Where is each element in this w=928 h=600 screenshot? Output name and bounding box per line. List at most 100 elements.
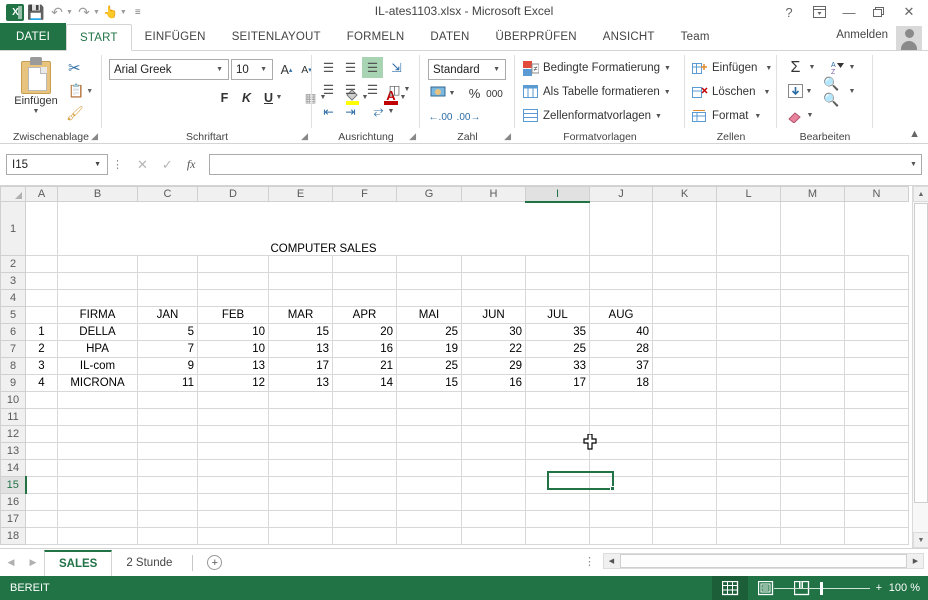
column-header-M[interactable]: M xyxy=(781,187,845,202)
paste-button[interactable]: Einfügen ▼ xyxy=(8,55,64,127)
scroll-down-icon[interactable]: ▼ xyxy=(913,532,928,548)
clipboard-dialog-launcher[interactable]: ◢ xyxy=(91,131,98,142)
cell-E8[interactable]: 17 xyxy=(269,358,333,375)
cell-I15-selected[interactable] xyxy=(526,477,590,494)
wrap-text-icon[interactable]: ⇲ xyxy=(386,57,407,78)
cell-B1-title[interactable]: COMPUTER SALES xyxy=(58,202,590,256)
row-header-7[interactable]: 7 xyxy=(1,341,26,358)
cell-F7[interactable]: 16 xyxy=(333,341,397,358)
zoom-in-icon[interactable]: + xyxy=(876,582,882,594)
row-header-2[interactable]: 2 xyxy=(1,256,26,273)
scroll-left-icon[interactable]: ◀ xyxy=(604,557,619,565)
cell-I7[interactable]: 25 xyxy=(526,341,590,358)
previous-sheet-icon[interactable]: ◀ xyxy=(0,557,22,568)
find-select-icon[interactable]: 🔍🔍 xyxy=(823,81,844,102)
ribbon-tab-start[interactable]: START xyxy=(66,24,132,51)
cell-G7[interactable]: 19 xyxy=(397,341,462,358)
enter-formula-icon[interactable]: ✓ xyxy=(162,157,173,173)
insert-cells-dropdown-icon[interactable]: ▼ xyxy=(765,65,772,72)
ribbon-tab-einfuegen[interactable]: EINFÜGEN xyxy=(132,23,219,50)
cell-J8[interactable]: 37 xyxy=(590,358,653,375)
ribbon-tab-ueberpruefen[interactable]: ÜBERPRÜFEN xyxy=(483,23,590,50)
align-middle-icon[interactable]: ☰ xyxy=(340,57,361,78)
row-header-16[interactable]: 16 xyxy=(1,494,26,511)
cancel-formula-icon[interactable]: ✕ xyxy=(137,157,148,173)
cell-E6[interactable]: 15 xyxy=(269,324,333,341)
increase-font-size-icon[interactable]: A▴ xyxy=(276,59,297,80)
align-right-icon[interactable]: ☰ xyxy=(362,79,383,100)
cell-styles-button[interactable]: Zellenformatvorlagen ▼ xyxy=(523,105,662,127)
column-header-D[interactable]: D xyxy=(198,187,269,202)
add-sheet-button[interactable]: + xyxy=(207,555,222,570)
cell-E7[interactable]: 13 xyxy=(269,341,333,358)
alignment-dialog-launcher[interactable]: ◢ xyxy=(409,131,416,142)
row-header-6[interactable]: 6 xyxy=(1,324,26,341)
italic-icon[interactable]: K xyxy=(236,87,257,108)
avatar[interactable] xyxy=(896,26,922,50)
cell-B9[interactable]: MICRONA xyxy=(58,375,138,392)
row-header-10[interactable]: 10 xyxy=(1,392,26,409)
insert-cells-button[interactable]: Einfügen ▼ xyxy=(692,57,772,79)
cell-G6[interactable]: 25 xyxy=(397,324,462,341)
cell-C7[interactable]: 7 xyxy=(138,341,198,358)
cell-H8[interactable]: 29 xyxy=(462,358,526,375)
align-left-icon[interactable]: ☰ xyxy=(318,79,339,100)
row-header-5[interactable]: 5 xyxy=(1,307,26,324)
find-dropdown-icon[interactable]: ▼ xyxy=(847,81,857,102)
column-header-N[interactable]: N xyxy=(845,187,909,202)
increase-decimal-icon[interactable]: .00→ xyxy=(458,107,479,128)
fill-dropdown-icon[interactable]: ▼ xyxy=(804,81,814,102)
ribbon-tab-datei[interactable]: DATEI xyxy=(0,23,66,50)
paste-dropdown-icon[interactable]: ▼ xyxy=(33,108,40,115)
cell-I5-jul[interactable]: JUL xyxy=(526,307,590,324)
row-header-12[interactable]: 12 xyxy=(1,426,26,443)
cell-J7[interactable]: 28 xyxy=(590,341,653,358)
row-header-17[interactable]: 17 xyxy=(1,511,26,528)
cell-G8[interactable]: 25 xyxy=(397,358,462,375)
cell-G5-mai[interactable]: MAI xyxy=(397,307,462,324)
ribbon-tab-formeln[interactable]: FORMELN xyxy=(334,23,418,50)
currency-dropdown-icon[interactable]: ▼ xyxy=(447,83,457,104)
name-box-dropdown-icon[interactable]: ▼ xyxy=(94,161,107,168)
number-format-select[interactable]: Standard ▼ xyxy=(428,59,506,80)
scroll-up-icon[interactable]: ▲ xyxy=(913,186,928,202)
cell-J6[interactable]: 40 xyxy=(590,324,653,341)
cell-B8[interactable]: IL-com xyxy=(58,358,138,375)
cell-F6[interactable]: 20 xyxy=(333,324,397,341)
column-header-E[interactable]: E xyxy=(269,187,333,202)
sheet-tab-2-stunde[interactable]: 2 Stunde xyxy=(112,550,186,576)
font-name-dropdown-icon[interactable]: ▼ xyxy=(211,66,228,73)
ribbon-tab-team[interactable]: Team xyxy=(668,23,723,50)
cell-D9[interactable]: 12 xyxy=(198,375,269,392)
sort-filter-dropdown-icon[interactable]: ▼ xyxy=(847,57,857,78)
formula-bar-grip[interactable]: ⋮ xyxy=(112,158,123,171)
cell-I8[interactable]: 33 xyxy=(526,358,590,375)
column-header-L[interactable]: L xyxy=(717,187,781,202)
cell-L1[interactable] xyxy=(653,202,717,256)
zoom-thumb[interactable] xyxy=(820,582,823,595)
horizontal-scrollbar[interactable]: ◀ ▶ xyxy=(603,553,924,569)
column-header-H[interactable]: H xyxy=(462,187,526,202)
cell-B6[interactable]: DELLA xyxy=(58,324,138,341)
underline-dropdown-icon[interactable]: ▼ xyxy=(274,87,284,108)
cell-A1[interactable] xyxy=(26,202,58,256)
scroll-right-icon[interactable]: ▶ xyxy=(908,557,923,565)
align-bottom-icon[interactable]: ☰ xyxy=(362,57,383,78)
cell-H9[interactable]: 16 xyxy=(462,375,526,392)
help-icon[interactable]: ? xyxy=(774,0,804,24)
thousands-separator-icon[interactable]: 000 xyxy=(484,84,505,105)
copy-icon[interactable]: 📋 ▼ xyxy=(68,83,84,99)
column-header-A[interactable]: A xyxy=(26,187,58,202)
row-header-11[interactable]: 11 xyxy=(1,409,26,426)
cell-B5-firma[interactable]: FIRMA xyxy=(58,307,138,324)
cell-A7[interactable]: 2 xyxy=(26,341,58,358)
cell-C9[interactable]: 11 xyxy=(138,375,198,392)
font-size-input[interactable]: 10 ▼ xyxy=(231,59,273,80)
cell-F9[interactable]: 14 xyxy=(333,375,397,392)
bold-icon[interactable]: F xyxy=(214,87,235,108)
cell-D6[interactable]: 10 xyxy=(198,324,269,341)
cell-A6[interactable]: 1 xyxy=(26,324,58,341)
format-as-table-button[interactable]: Als Tabelle formatieren ▼ xyxy=(523,81,671,103)
sign-in-link[interactable]: Anmelden xyxy=(836,29,888,41)
restore-icon[interactable] xyxy=(864,0,894,24)
